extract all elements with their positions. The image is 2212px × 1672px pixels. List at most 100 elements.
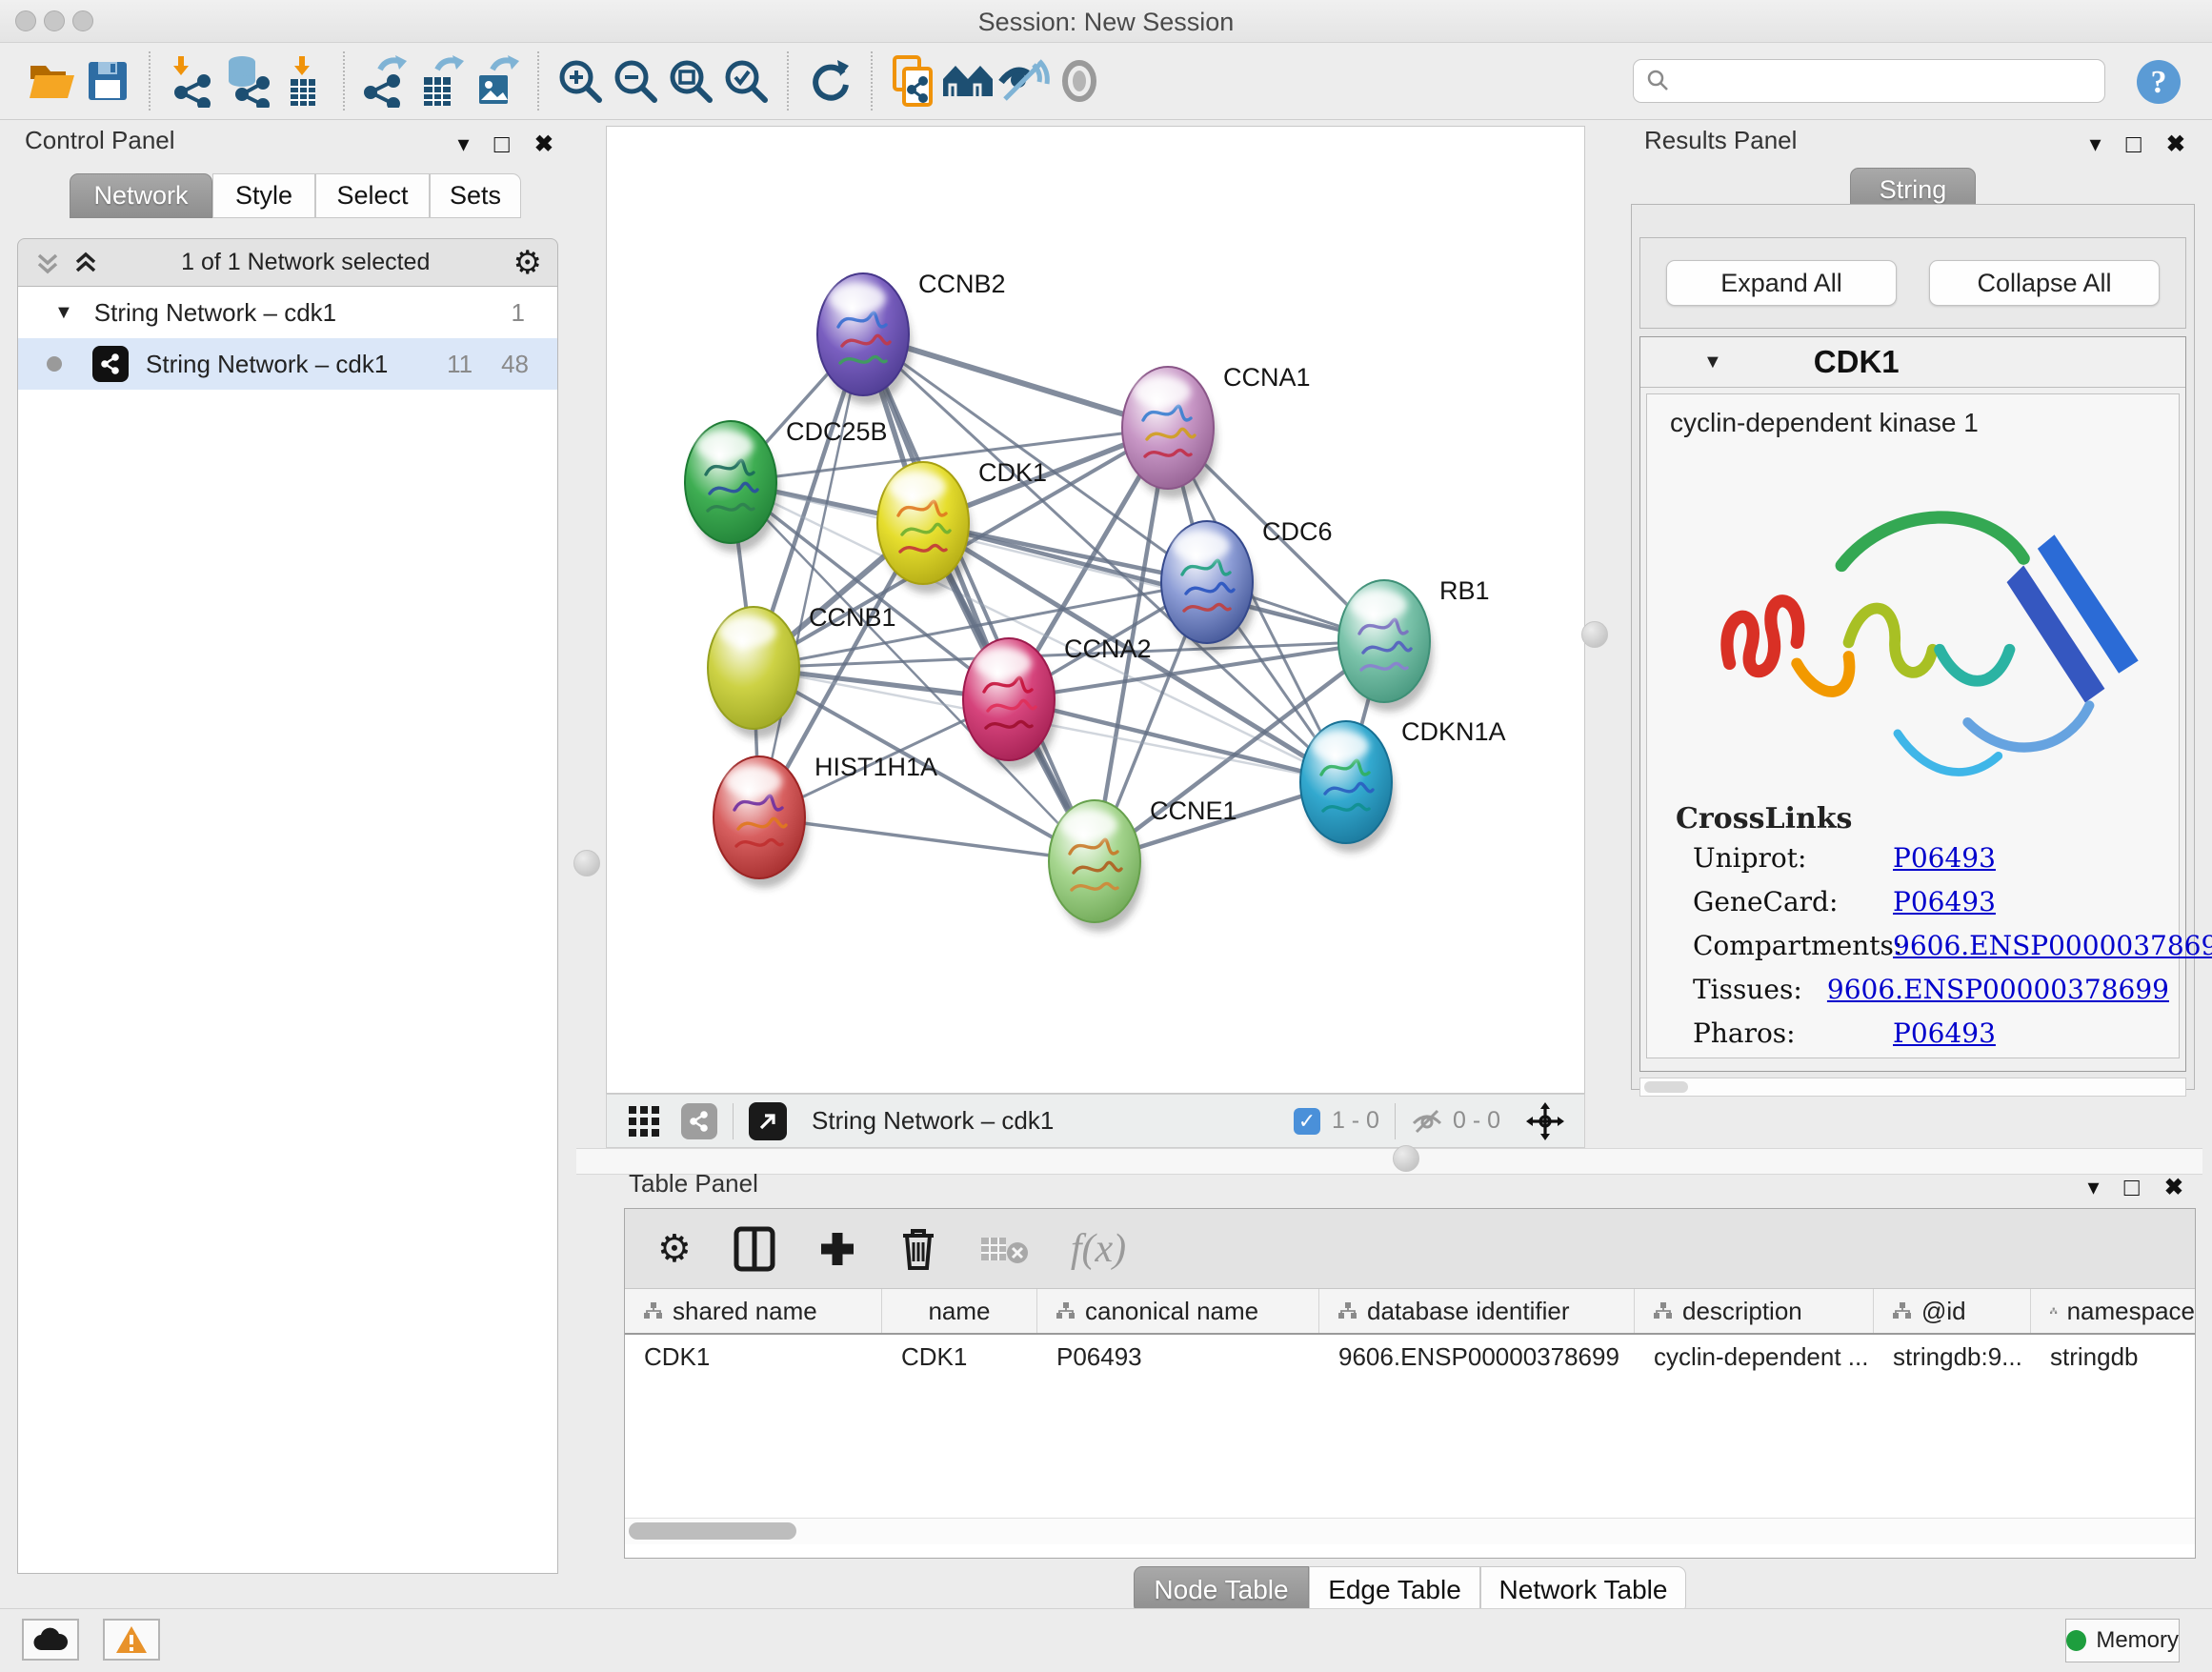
tab-edge-table[interactable]: Edge Table [1309,1566,1480,1614]
show-columns-icon[interactable] [734,1226,775,1272]
crosslink-compartments[interactable]: 9606.ENSP00000378699 [1893,930,2212,961]
hide-selected-icon[interactable] [996,52,1052,110]
expand-all-networks-icon[interactable] [73,250,98,276]
zoom-in-icon[interactable] [553,52,608,110]
node-CDK1[interactable] [877,462,972,594]
right-splitter-handle[interactable] [1581,621,1608,648]
network-collection-row[interactable]: ▼ String Network – cdk1 1 [18,287,557,338]
import-table-icon[interactable] [274,52,330,110]
tab-network-table[interactable]: Network Table [1480,1566,1686,1614]
column-header[interactable]: name [882,1289,1037,1333]
node-HIST1H1A[interactable] [714,756,808,888]
export-network-icon[interactable] [358,52,413,110]
node-CCNB2[interactable] [817,273,912,405]
crosslink-pharos[interactable]: P06493 [1893,1017,1996,1049]
search-field[interactable] [1633,59,2105,103]
table-options-gear-icon[interactable]: ⚙ [657,1227,692,1271]
collapse-all-button[interactable]: Collapse All [1929,260,2160,306]
warnings-button[interactable] [103,1619,160,1661]
open-session-icon[interactable] [25,52,80,110]
cell-description[interactable]: cyclin-dependent ... [1635,1342,1874,1372]
add-column-icon[interactable] [817,1229,857,1269]
cell-database-identifier[interactable]: 9606.ENSP00000378699 [1319,1342,1635,1372]
show-all-icon[interactable] [1052,52,1107,110]
grid-view-icon[interactable] [628,1105,660,1138]
float-panel-icon[interactable]: ▾ [458,131,470,158]
zoom-fit-icon[interactable] [663,52,718,110]
crosslink-uniprot[interactable]: P06493 [1893,842,1996,874]
network-share-view-icon[interactable] [681,1103,717,1139]
zoom-out-icon[interactable] [608,52,663,110]
node-RB1[interactable] [1338,580,1433,712]
cell-canonical-name[interactable]: P06493 [1037,1342,1319,1372]
crosslink-label: Tissues: [1693,974,1827,1005]
export-image-icon[interactable] [469,52,524,110]
crosslink-genecard[interactable]: P06493 [1893,886,1996,917]
search-input[interactable] [1672,67,2085,95]
save-session-icon[interactable] [80,52,135,110]
copy-network-icon[interactable] [886,52,941,110]
column-header[interactable]: shared name [625,1289,882,1333]
cell-namespace[interactable]: stringdb [2031,1342,2195,1372]
column-header[interactable]: canonical name [1037,1289,1319,1333]
cell-shared-name[interactable]: CDK1 [625,1342,882,1372]
node-CDC25B[interactable] [685,421,779,553]
network-canvas[interactable]: CCNB2CCNA1CDC25BCDK1CDC6RB1CCNB1CCNA2CDK… [606,126,1585,1094]
export-table-icon[interactable] [413,52,469,110]
close-panel-icon[interactable]: ✖ [2166,131,2185,158]
node-CCNB1[interactable] [708,607,802,738]
table-row[interactable]: CDK1 CDK1 P06493 9606.ENSP00000378699 cy… [625,1335,2195,1379]
results-scrollbar[interactable] [1639,1078,2186,1097]
delete-table-icon[interactable] [979,1232,1029,1266]
network-options-gear-icon[interactable]: ⚙ [513,244,542,282]
edge-CCNB2-HIST1H1A[interactable] [759,334,863,817]
close-panel-icon[interactable]: ✖ [2164,1174,2183,1201]
expand-all-button[interactable]: Expand All [1666,260,1897,306]
close-panel-icon[interactable]: ✖ [534,131,553,158]
undock-panel-icon[interactable]: □ [2126,130,2142,159]
help-icon[interactable]: ? [2134,57,2183,107]
column-header[interactable]: description [1635,1289,1874,1333]
selected-checkbox-icon[interactable]: ✓ [1294,1108,1320,1135]
delete-column-icon[interactable] [899,1226,937,1272]
function-builder-icon[interactable]: f(x) [1071,1226,1126,1272]
network-row[interactable]: String Network – cdk1 11 48 [18,338,557,390]
float-panel-icon[interactable]: ▾ [2088,1174,2100,1201]
cloud-button[interactable] [22,1619,79,1661]
collapse-all-networks-icon[interactable] [35,250,60,276]
crosslink-tissues[interactable]: 9606.ENSP00000378699 [1827,974,2169,1005]
cell-name[interactable]: CDK1 [882,1342,1037,1372]
edge-CCNB2-CCNE1[interactable] [863,334,1095,861]
node-CCNE1[interactable] [1049,800,1143,932]
gene-collapse-icon[interactable]: ▼ [1703,352,1722,373]
tab-select[interactable]: Select [315,173,430,218]
node-CCNA2[interactable] [963,638,1057,770]
undock-panel-icon[interactable]: □ [2124,1173,2140,1202]
tab-node-table[interactable]: Node Table [1134,1566,1309,1614]
tab-network[interactable]: Network [70,173,212,218]
memory-button[interactable]: Memory [2065,1619,2180,1662]
node-label-CDC25B: CDC25B [786,417,888,446]
birdseye-navigator-icon[interactable] [1525,1101,1565,1141]
edge-HIST1H1A-CCNE1[interactable] [759,817,1095,861]
float-panel-icon[interactable]: ▾ [2090,131,2101,158]
table-horizontal-scrollbar[interactable] [625,1518,2195,1544]
cell-id[interactable]: stringdb:9... [1874,1342,2031,1372]
column-header[interactable]: namespace [2031,1289,2195,1333]
column-header[interactable]: @id [1874,1289,2031,1333]
undock-panel-icon[interactable]: □ [494,130,510,159]
import-network-from-database-icon[interactable] [219,52,274,110]
open-in-window-icon[interactable] [749,1102,787,1140]
import-network-icon[interactable] [164,52,219,110]
left-splitter-handle[interactable] [573,850,600,876]
node-CDKN1A[interactable] [1300,721,1395,853]
zoom-selected-icon[interactable] [718,52,774,110]
collection-expand-icon[interactable]: ▼ [54,302,73,324]
tab-sets[interactable]: Sets [430,173,521,218]
tab-style[interactable]: Style [212,173,315,218]
first-neighbors-icon[interactable] [941,52,996,110]
column-header[interactable]: database identifier [1319,1289,1635,1333]
node-CDC6[interactable] [1161,521,1256,653]
refresh-icon[interactable] [802,52,857,110]
hidden-eye-icon[interactable] [1411,1108,1443,1135]
